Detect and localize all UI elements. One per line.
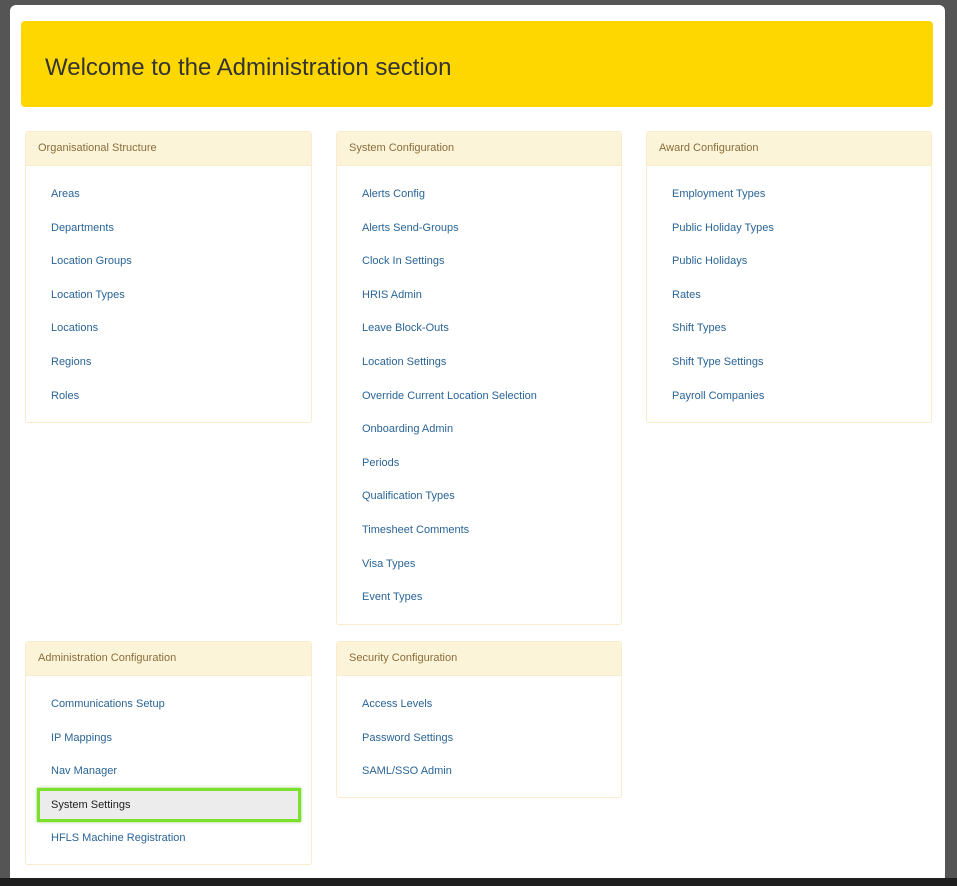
menu-link-label: Areas bbox=[51, 188, 80, 200]
menu-link-periods[interactable]: Periods bbox=[337, 446, 621, 480]
menu-link-label: Nav Manager bbox=[51, 765, 118, 778]
menu-link-system-settings[interactable]: System Settings bbox=[37, 787, 301, 822]
menu-link-alerts-config[interactable]: Alerts Config bbox=[337, 177, 621, 211]
menu-link-label: SAML/SSO Admin bbox=[362, 765, 452, 778]
menu-link-label: Location Groups bbox=[51, 255, 132, 268]
panel-heading-award-configuration: Award Configuration bbox=[647, 132, 931, 166]
panel-heading-administration-configuration: Administration Configuration bbox=[26, 642, 311, 676]
menu-link-onboarding-admin[interactable]: Onboarding Admin bbox=[337, 412, 621, 446]
menu-link-visa-types[interactable]: Visa Types bbox=[337, 547, 621, 581]
menu-link-label: Onboarding Admin bbox=[362, 423, 454, 436]
admin-modal: Welcome to the Administration section Or… bbox=[10, 5, 945, 878]
panel-administration-configuration: Administration Configuration Communicati… bbox=[25, 641, 312, 865]
menu-link-label: Visa Types bbox=[362, 557, 416, 570]
panel-organisational-structure: Organisational Structure Areas Department… bbox=[25, 131, 312, 423]
menu-link-rates[interactable]: Rates bbox=[647, 278, 931, 312]
menu-link-label: Alerts Send-Groups bbox=[362, 221, 459, 234]
panel-system-configuration: System Configuration Alerts Config Alerts… bbox=[336, 131, 622, 625]
menu-link-shift-type-settings[interactable]: Shift Type Settings bbox=[647, 345, 931, 379]
menu-link-shift-types[interactable]: Shift Types bbox=[647, 311, 931, 345]
menu-link-label: Communications Setup bbox=[51, 698, 165, 710]
menu-link-label: System Settings bbox=[51, 798, 131, 811]
menu-link-label: Access Levels bbox=[362, 698, 433, 710]
menu-link-public-holiday-types[interactable]: Public Holiday Types bbox=[647, 211, 931, 245]
menu-link-alerts-send-groups[interactable]: Alerts Send-Groups bbox=[337, 211, 621, 245]
menu-link-label: Leave Block-Outs bbox=[362, 322, 449, 335]
menu-link-locations[interactable]: Locations bbox=[26, 311, 311, 345]
menu-link-label: Roles bbox=[51, 389, 80, 402]
menu-link-label: Periods bbox=[362, 456, 400, 469]
panel-security-configuration: Security Configuration Access Levels Pass… bbox=[336, 641, 622, 798]
menu-link-regions[interactable]: Regions bbox=[26, 345, 311, 379]
menu-link-hris-admin[interactable]: HRIS Admin bbox=[337, 278, 621, 312]
menu-link-payroll-companies[interactable]: Payroll Companies bbox=[647, 379, 931, 413]
menu-link-label: Location Settings bbox=[362, 356, 447, 368]
menu-link-label: Employment Types bbox=[672, 188, 766, 200]
welcome-banner: Welcome to the Administration section bbox=[21, 21, 933, 107]
menu-link-saml-sso-admin[interactable]: SAML/SSO Admin bbox=[337, 754, 621, 788]
menu-link-label: Locations bbox=[51, 322, 99, 335]
menu-link-departments[interactable]: Departments bbox=[26, 211, 311, 245]
menu-link-nav-manager[interactable]: Nav Manager bbox=[26, 754, 311, 788]
menu-link-label: Timesheet Comments bbox=[362, 524, 470, 536]
menu-link-qualification-types[interactable]: Qualification Types bbox=[337, 479, 621, 513]
menu-link-employment-types[interactable]: Employment Types bbox=[647, 177, 931, 211]
menu-link-label: Departments bbox=[51, 221, 114, 234]
menu-link-label: Alerts Config bbox=[362, 188, 425, 200]
menu-link-leave-block-outs[interactable]: Leave Block-Outs bbox=[337, 311, 621, 345]
menu-link-label: Location Types bbox=[51, 288, 125, 301]
menu-link-override-current-location-selection[interactable]: Override Current Location Selection bbox=[337, 379, 621, 413]
menu-link-location-groups[interactable]: Location Groups bbox=[26, 244, 311, 278]
menu-link-label: HFLS Machine Registration bbox=[51, 832, 186, 845]
menu-link-roles[interactable]: Roles bbox=[26, 379, 311, 413]
menu-link-label: Password Settings bbox=[362, 731, 454, 744]
menu-link-location-types[interactable]: Location Types bbox=[26, 278, 311, 312]
menu-link-communications-setup[interactable]: Communications Setup bbox=[26, 687, 311, 721]
menu-link-password-settings[interactable]: Password Settings bbox=[337, 721, 621, 755]
menu-link-clock-in-settings[interactable]: Clock In Settings bbox=[337, 244, 621, 278]
menu-link-ip-mappings[interactable]: IP Mappings bbox=[26, 721, 311, 755]
menu-link-label: Event Types bbox=[362, 591, 423, 604]
menu-link-label: Public Holidays bbox=[672, 255, 748, 268]
menu-link-label: Override Current Location Selection bbox=[362, 389, 537, 402]
panel-heading-security-configuration: Security Configuration bbox=[337, 642, 621, 676]
menu-link-label: Regions bbox=[51, 356, 92, 368]
menu-link-label: Shift Types bbox=[672, 322, 727, 335]
menu-link-event-types[interactable]: Event Types bbox=[337, 580, 621, 614]
menu-link-label: HRIS Admin bbox=[362, 288, 422, 301]
menu-link-label: Public Holiday Types bbox=[672, 221, 774, 234]
menu-link-areas[interactable]: Areas bbox=[26, 177, 311, 211]
menu-link-timesheet-comments[interactable]: Timesheet Comments bbox=[337, 513, 621, 547]
menu-link-label: Rates bbox=[672, 288, 701, 301]
menu-link-label: Clock In Settings bbox=[362, 255, 445, 268]
menu-link-label: Payroll Companies bbox=[672, 389, 765, 402]
menu-link-public-holidays[interactable]: Public Holidays bbox=[647, 244, 931, 278]
panel-heading-organisational-structure: Organisational Structure bbox=[26, 132, 311, 166]
menu-link-access-levels[interactable]: Access Levels bbox=[337, 687, 621, 721]
menu-link-hfls-machine-registration[interactable]: HFLS Machine Registration bbox=[26, 821, 311, 855]
page-title: Welcome to the Administration section bbox=[45, 54, 452, 81]
menu-link-label: Shift Type Settings bbox=[672, 356, 764, 368]
menu-link-location-settings[interactable]: Location Settings bbox=[337, 345, 621, 379]
panel-heading-system-configuration: System Configuration bbox=[337, 132, 621, 166]
taskbar-strip bbox=[0, 878, 957, 886]
panel-award-configuration: Award Configuration Employment Types Publ… bbox=[646, 131, 932, 423]
menu-link-label: Qualification Types bbox=[362, 490, 455, 503]
menu-link-label: IP Mappings bbox=[51, 731, 112, 744]
